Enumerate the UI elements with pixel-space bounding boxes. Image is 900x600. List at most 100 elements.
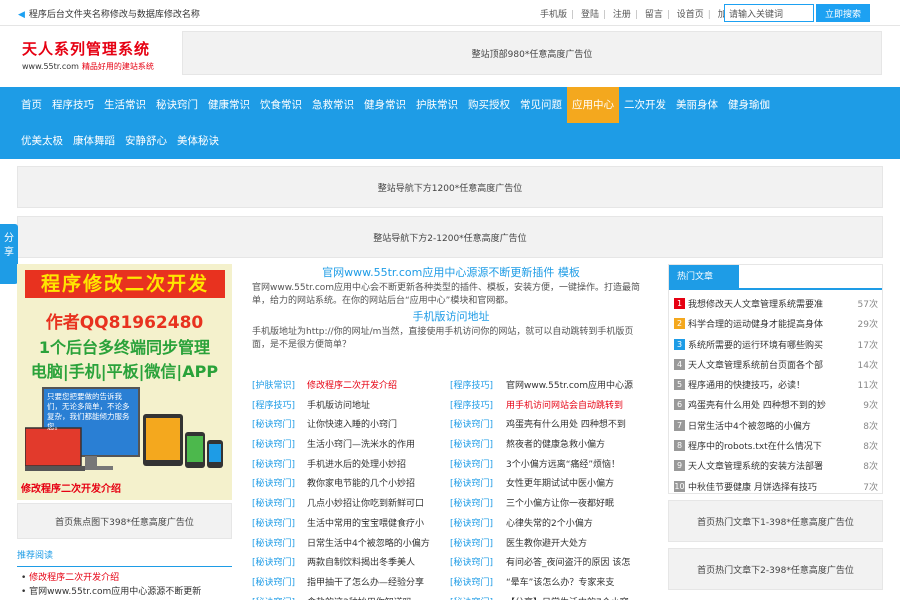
- article-category[interactable]: [秘诀窍门]: [252, 555, 295, 568]
- list-item[interactable]: 6 鸡蛋壳有什么用处 四种想不到的妙 9次: [669, 396, 882, 416]
- notice[interactable]: ◀ 程序后台文件夹名称修改与数据库修改名称: [18, 7, 200, 20]
- article-title[interactable]: 女性更年期试试中医小偏方: [506, 476, 646, 489]
- nav-item-first-aid[interactable]: 急救常识: [307, 87, 359, 123]
- nav-item-dance[interactable]: 康体舞蹈: [68, 123, 120, 159]
- article-title[interactable]: 修改程序二次开发介绍: [307, 378, 447, 391]
- article-category[interactable]: [秘诀窍门]: [450, 595, 493, 600]
- top-ad[interactable]: 整站顶部980*任意高度广告位: [182, 31, 882, 75]
- article-category[interactable]: [秘诀窍门]: [450, 555, 493, 568]
- list-item[interactable]: 7 日常生活中4个被忽略的小偏方 8次: [669, 417, 882, 437]
- article-category[interactable]: [秘诀窍门]: [450, 476, 493, 489]
- article-category[interactable]: [秘诀窍门]: [450, 496, 493, 509]
- article-title[interactable]: 官网www.55tr.com应用中心源: [506, 378, 646, 391]
- hot-article-title[interactable]: 日常生活中4个被忽略的小偏方: [688, 419, 842, 432]
- nav-item-home[interactable]: 首页: [16, 87, 47, 123]
- article-category[interactable]: [程序技巧]: [450, 398, 493, 411]
- hot-article-title[interactable]: 系统所需要的运行环境有哪些购买: [688, 338, 842, 351]
- article-category[interactable]: [秘诀窍门]: [450, 516, 493, 529]
- nav-item-fitness[interactable]: 健身常识: [359, 87, 411, 123]
- article-title[interactable]: 用手机访问网站会自动跳转到: [506, 398, 646, 411]
- article-category[interactable]: [秘诀窍门]: [252, 516, 295, 529]
- list-item[interactable]: 1 我想修改天人文章管理系统需要准 57次: [669, 295, 882, 315]
- nav-item-health[interactable]: 健康常识: [203, 87, 255, 123]
- article-title[interactable]: 医生教你避开大处方: [506, 536, 646, 549]
- nav-item-skin[interactable]: 护肤常识: [411, 87, 463, 123]
- link-set-home[interactable]: 设首页: [677, 10, 704, 20]
- article-title[interactable]: 熬夜者的健康急救小偏方: [506, 437, 646, 450]
- nav-item-app-center[interactable]: 应用中心: [567, 87, 619, 123]
- link-register[interactable]: 注册: [613, 10, 631, 20]
- article-title[interactable]: “晕车”该怎么办？专家来支: [506, 575, 646, 588]
- list-item[interactable]: 8 程序中的robots.txt在什么情况下 8次: [669, 437, 882, 457]
- hot-article-title[interactable]: 天人文章管理系统前台页面各个部: [688, 358, 842, 371]
- article-category[interactable]: [秘诀窍门]: [252, 536, 295, 549]
- nav-item-program-tips[interactable]: 程序技巧: [47, 87, 99, 123]
- article-category[interactable]: [秘诀窍门]: [450, 457, 493, 470]
- article-title[interactable]: 指甲抽干了怎么办—经验分享: [307, 575, 447, 588]
- list-item[interactable]: 3 系统所需要的运行环境有哪些购买 17次: [669, 336, 882, 356]
- hot-article-title[interactable]: 程序通用的快捷技巧，必读！: [688, 378, 842, 391]
- nav-item-license[interactable]: 购买授权: [463, 87, 515, 123]
- hot-article-title[interactable]: 程序中的robots.txt在什么情况下: [688, 439, 842, 452]
- nav-item-taichi[interactable]: 优美太极: [16, 123, 68, 159]
- share-tab[interactable]: 分享: [0, 224, 18, 284]
- article-title[interactable]: 教你家电节能的几个小妙招: [307, 476, 447, 489]
- list-item[interactable]: 10 中秋佳节要健康 月饼选择有技巧 7次: [669, 478, 882, 498]
- article-title[interactable]: 心律失常的2个小偏方: [506, 516, 646, 529]
- article-category[interactable]: [秘诀窍门]: [450, 417, 493, 430]
- nav-item-calm[interactable]: 安静舒心: [120, 123, 172, 159]
- article-category[interactable]: [秘诀窍门]: [450, 575, 493, 588]
- article-title[interactable]: 3个小偏方远离“痛经”烦恼！: [506, 457, 646, 470]
- link-login[interactable]: 登陆: [581, 10, 599, 20]
- nav-item-tricks[interactable]: 秘诀窍门: [151, 87, 203, 123]
- article-category[interactable]: [秘诀窍门]: [450, 437, 493, 450]
- hot-article-title[interactable]: 中秋佳节要健康 月饼选择有技巧: [688, 480, 842, 493]
- focus-banner[interactable]: 程序修改二次开发 作者QQ81962480 1个后台多终端同步管理 电脑|手机|…: [17, 264, 232, 500]
- link-message[interactable]: 留言: [645, 10, 663, 20]
- hot-article-title[interactable]: 我想修改天人文章管理系统需要准: [688, 297, 842, 310]
- hot-ad-1[interactable]: 首页热门文章下1-398*任意高度广告位: [668, 500, 883, 542]
- nav-ad-1[interactable]: 整站导航下方1200*任意高度广告位: [17, 166, 883, 208]
- article-category[interactable]: [程序技巧]: [450, 378, 493, 391]
- focus-ad[interactable]: 首页焦点图下398*任意高度广告位: [17, 503, 232, 539]
- article-title[interactable]: 有问必答_夜间盗汗的原因 该怎: [506, 555, 646, 568]
- nav-item-yoga[interactable]: 健身瑜伽: [723, 87, 775, 123]
- hot-article-title[interactable]: 科学合理的运动健身才能提高身体: [688, 317, 842, 330]
- search-input[interactable]: [724, 4, 814, 22]
- article-title[interactable]: 食盐的这3种妙用你知道吗: [307, 595, 447, 600]
- article-title[interactable]: 两款自制饮料揭出冬季美人: [307, 555, 447, 568]
- article-title[interactable]: 生活中常用的宝宝喂健食疗小: [307, 516, 447, 529]
- notice-text[interactable]: 程序后台文件夹名称修改与数据库修改名称: [29, 10, 200, 20]
- article-title[interactable]: 手机进水后的处理小妙招: [307, 457, 447, 470]
- article-title[interactable]: 【分享】日常生活中的7个小窍: [506, 595, 646, 600]
- article-title[interactable]: 让你快速入睡的小窍门: [307, 417, 447, 430]
- article-category[interactable]: [护肤常识]: [252, 378, 295, 391]
- list-item[interactable]: 5 程序通用的快捷技巧，必读！ 11次: [669, 376, 882, 396]
- hot-article-title[interactable]: 鸡蛋壳有什么用处 四种想不到的妙: [688, 398, 842, 411]
- article-category[interactable]: [秘诀窍门]: [252, 417, 295, 430]
- list-item[interactable]: 2 科学合理的运动健身才能提高身体 29次: [669, 315, 882, 335]
- article-title[interactable]: 鸡蛋壳有什么用处 四种想不到: [506, 417, 646, 430]
- article-title[interactable]: 三个小偏方让你一夜都好眠: [506, 496, 646, 509]
- featured-title[interactable]: 官网www.55tr.com应用中心源源不断更新插件 模板: [252, 264, 650, 282]
- list-item[interactable]: 修改程序二次开发介绍: [17, 571, 232, 585]
- nav-item-dev[interactable]: 二次开发: [619, 87, 671, 123]
- nav-item-faq[interactable]: 常见问题: [515, 87, 567, 123]
- article-category[interactable]: [秘诀窍门]: [252, 476, 295, 489]
- list-item[interactable]: 4 天人文章管理系统前台页面各个部 14次: [669, 356, 882, 376]
- article-category[interactable]: [秘诀窍门]: [252, 437, 295, 450]
- article-title[interactable]: 几点小妙招让你吃到新鲜可口: [307, 496, 447, 509]
- site-logo[interactable]: 天人系列管理系统 www.55tr.com 精品好用的建站系统: [22, 38, 172, 78]
- hot-ad-2[interactable]: 首页热门文章下2-398*任意高度广告位: [668, 548, 883, 590]
- list-item[interactable]: 官网www.55tr.com应用中心源源不断更新: [17, 585, 232, 599]
- nav-item-life[interactable]: 生活常识: [99, 87, 151, 123]
- nav-item-body-tips[interactable]: 美体秘诀: [172, 123, 224, 159]
- nav-item-body[interactable]: 美丽身体: [671, 87, 723, 123]
- list-item[interactable]: 9 天人文章管理系统的安装方法部署 8次: [669, 457, 882, 477]
- article-category[interactable]: [秘诀窍门]: [252, 496, 295, 509]
- article-category[interactable]: [秘诀窍门]: [450, 536, 493, 549]
- nav-item-diet[interactable]: 饮食常识: [255, 87, 307, 123]
- article-title[interactable]: 生活小窍门—洗米水的作用: [307, 437, 447, 450]
- featured-title-2[interactable]: 手机版访问地址: [252, 308, 650, 326]
- article-category[interactable]: [秘诀窍门]: [252, 595, 295, 600]
